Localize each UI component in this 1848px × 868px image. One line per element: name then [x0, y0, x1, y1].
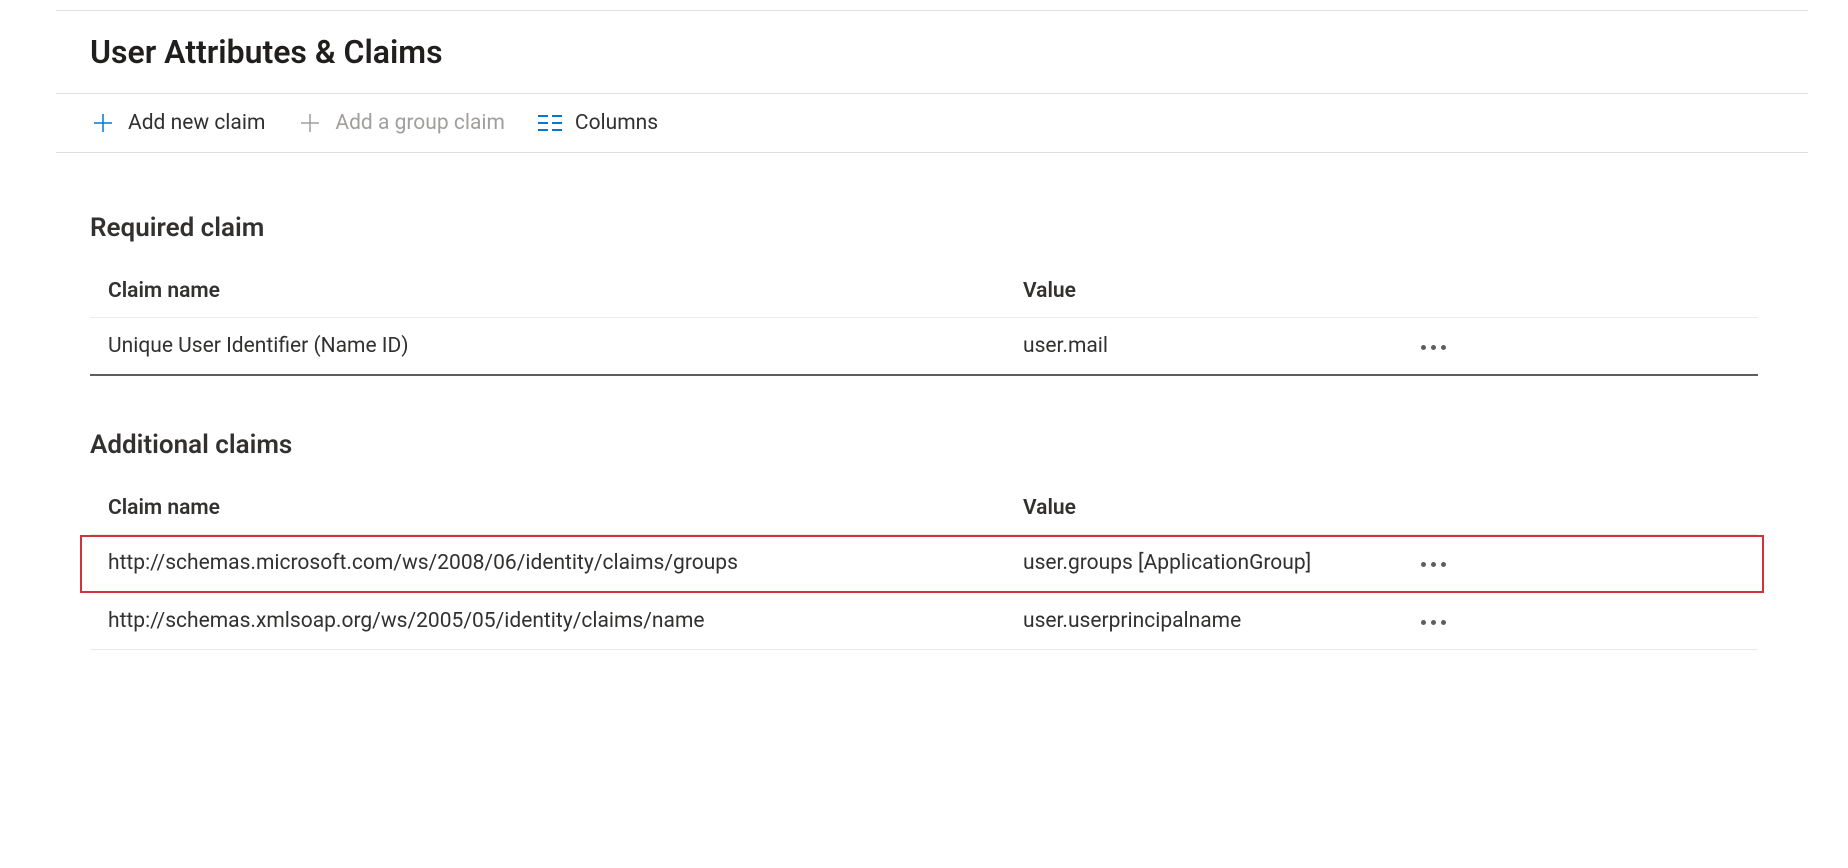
add-new-claim-label: Add new claim: [128, 111, 265, 135]
claim-value-cell: user.userprincipalname: [1023, 609, 1403, 633]
required-claim-title: Required claim: [90, 213, 1758, 243]
toolbar: Add new claim Add a group claim: [90, 110, 1808, 136]
add-group-claim-button: Add a group claim: [297, 110, 505, 136]
table-row[interactable]: http://schemas.xmlsoap.org/ws/2005/05/id…: [90, 593, 1758, 650]
claim-name-cell: http://schemas.microsoft.com/ws/2008/06/…: [108, 551, 1023, 575]
columns-label: Columns: [575, 111, 658, 135]
claim-name-cell: Unique User Identifier (Name ID): [108, 334, 1023, 358]
more-icon: [1421, 620, 1446, 625]
plus-icon: [90, 110, 116, 136]
table-row[interactable]: Unique User Identifier (Name ID) user.ma…: [90, 318, 1758, 376]
claim-name-cell: http://schemas.xmlsoap.org/ws/2005/05/id…: [108, 609, 1023, 633]
column-header-claim-name: Claim name: [108, 496, 1023, 520]
claim-value-cell: user.groups [ApplicationGroup]: [1023, 551, 1403, 575]
page-title: User Attributes & Claims: [0, 11, 1848, 93]
add-group-claim-label: Add a group claim: [335, 111, 505, 135]
row-more-button[interactable]: [1413, 335, 1454, 358]
additional-claims-title: Additional claims: [90, 430, 1758, 460]
row-more-button[interactable]: [1413, 552, 1454, 575]
columns-button[interactable]: Columns: [537, 110, 658, 136]
columns-icon: [537, 110, 563, 136]
column-header-claim-name: Claim name: [108, 279, 1023, 303]
more-icon: [1421, 562, 1446, 567]
more-icon: [1421, 345, 1446, 350]
column-header-value: Value: [1023, 279, 1403, 303]
table-row[interactable]: http://schemas.microsoft.com/ws/2008/06/…: [80, 535, 1764, 593]
required-claim-section: Required claim Claim name Value Unique U…: [90, 213, 1758, 376]
column-header-value: Value: [1023, 496, 1403, 520]
add-new-claim-button[interactable]: Add new claim: [90, 110, 265, 136]
plus-icon: [297, 110, 323, 136]
row-more-button[interactable]: [1413, 610, 1454, 633]
additional-claims-section: Additional claims Claim name Value http:…: [90, 430, 1758, 650]
claim-value-cell: user.mail: [1023, 334, 1403, 358]
